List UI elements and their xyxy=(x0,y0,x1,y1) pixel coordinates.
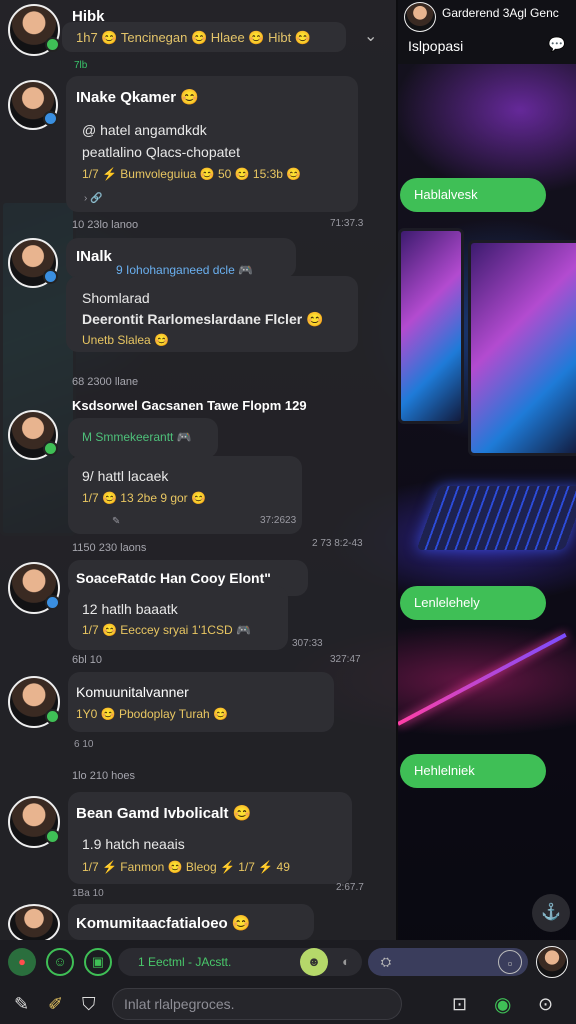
avatar[interactable] xyxy=(536,946,568,978)
message-stats: 1/7 ⚡ Fanmon 😊 Bleog ⚡ 1/7 ⚡ 49 xyxy=(82,860,290,874)
day-separator: 1150 230 laons xyxy=(72,542,147,554)
mic-icon[interactable]: ◐ xyxy=(332,948,360,976)
avatar[interactable] xyxy=(8,676,60,728)
message-stats: 1/7 😊 Eeccey sryai 1'1CSD 🎮 xyxy=(82,623,251,637)
send-icon[interactable]: ◉ xyxy=(494,992,511,1017)
record-icon[interactable]: ● xyxy=(8,948,36,976)
status-indicator xyxy=(43,269,58,284)
add-icon[interactable]: ⚓ xyxy=(532,894,570,932)
message-author: Komumitaacfatialoeo 😊 xyxy=(76,915,251,932)
message-text: 9/ hattl lacaek xyxy=(82,468,169,484)
day-separator: 68 2300 llane xyxy=(72,376,139,388)
message-text: @ hatel angamdkdk xyxy=(82,122,207,138)
shield-icon[interactable]: ⛉ xyxy=(82,994,96,1015)
message-bubble[interactable] xyxy=(68,672,334,732)
chat-title: Hibk xyxy=(72,8,105,25)
online-indicator xyxy=(43,441,58,456)
sticker-icon[interactable]: ☻ xyxy=(300,948,328,976)
message-time: 307:33 xyxy=(292,638,323,649)
play-icon[interactable]: ⊙ xyxy=(538,994,553,1015)
header-meta: 7lb xyxy=(74,60,88,71)
message-stats: 1/7 ⚡ Bumvoleguiua 😊 50 😊 15:3b 😊 xyxy=(82,167,302,181)
settings-icon[interactable]: ▫ xyxy=(498,950,522,974)
online-indicator xyxy=(45,829,60,844)
avatar[interactable] xyxy=(8,4,60,56)
avatar[interactable] xyxy=(8,238,58,288)
chevron-down-icon[interactable]: ⌄ xyxy=(364,26,377,46)
message-text: peatlalino Qlacs-chopatet xyxy=(82,144,240,160)
message-badge: 9 Iohohanganeed dcle 🎮 xyxy=(116,263,254,277)
chat-icon[interactable]: 💬 xyxy=(548,36,565,53)
message-text: Deerontit Rarlomeslardane Flcler 😊 xyxy=(82,311,324,327)
panel-divider xyxy=(396,0,398,940)
lock-icon[interactable]: ⊡ xyxy=(452,994,467,1015)
reply-pill[interactable]: Hablalvesk xyxy=(400,178,546,212)
monitor-right-image xyxy=(468,240,576,456)
right-header-title: Garderend 3Agl Genc xyxy=(442,6,559,20)
message-text: 12 hatlh baaatk xyxy=(82,601,178,617)
message-author: Komuunitalvanner xyxy=(76,684,189,700)
message-author: Bean Gamd Ivbolicalt 😊 xyxy=(76,805,252,822)
online-indicator xyxy=(45,709,60,724)
day-separator: 10 23lo lanoo xyxy=(72,219,139,231)
monitor-left-image xyxy=(398,228,464,424)
edit-icon[interactable]: ✐ xyxy=(48,994,63,1015)
message-stats: 1Y0 😊 Pbodoplay Turah 😊 xyxy=(76,707,228,721)
pencil-icon[interactable]: ✎ xyxy=(14,994,29,1015)
message-author: INake Qkamer 😊 xyxy=(76,89,199,106)
chat-header: Hibk 1h7 😊 Tencinegan 😊 Hlaee 😊 Hibt 😊 7… xyxy=(0,0,396,71)
avatar[interactable] xyxy=(8,904,60,944)
message-author: INalk xyxy=(76,248,112,265)
day-separator: 1lo 210 hoes xyxy=(72,770,135,782)
message-stats: 1/7 😊 13 2be 9 gor 😊 xyxy=(82,491,206,505)
message-author: Ksdsorwel Gacsanen Tawe Flopm 129 xyxy=(72,398,307,413)
message-time: 37:2623 xyxy=(260,515,297,526)
status-indicator xyxy=(43,111,58,126)
message-meta: › 🔗 xyxy=(84,193,103,204)
message-time: 2 73 8:2-43 xyxy=(312,538,363,549)
message-text: Shomlarad xyxy=(82,290,150,306)
online-indicator xyxy=(45,37,60,52)
message-input-placeholder: Inlat rlalpegroces. xyxy=(124,996,235,1012)
avatar[interactable] xyxy=(8,80,58,130)
message-bubble[interactable] xyxy=(68,586,288,650)
avatar[interactable] xyxy=(8,796,60,848)
message-text: 1.9 hatch neaais xyxy=(82,836,185,852)
message-author: SoaceRatdc Han Cooy Elont" xyxy=(76,570,271,586)
day-separator: 6bl 10 xyxy=(72,654,102,666)
message-time: 327:47 xyxy=(330,654,361,665)
header-status: 1h7 😊 Tencinegan 😊 Hlaee 😊 Hibt 😊 xyxy=(76,30,312,45)
avatar[interactable] xyxy=(8,562,60,614)
keyboard-image xyxy=(416,486,576,550)
quick-reply-text: 1 Eectml - JAcstt. xyxy=(138,955,232,969)
message-time: 2:67.7 xyxy=(336,882,364,893)
reply-pill[interactable]: Hehlelniek xyxy=(400,754,546,788)
avatar[interactable] xyxy=(8,410,58,460)
message-stats: Unetb Slalea 😊 xyxy=(82,333,169,347)
emoji-icon[interactable]: ☺ xyxy=(46,948,74,976)
message-meta: 1Ba 10 xyxy=(72,888,104,899)
media-icon[interactable]: ▣ xyxy=(84,948,112,976)
gamepad-icon[interactable]: ⛭ xyxy=(372,948,400,976)
reply-pill[interactable]: Lenlelehely xyxy=(400,586,546,620)
right-header-subtitle: Islpopasi xyxy=(408,38,464,54)
message-meta: 6 10 xyxy=(74,739,94,750)
status-indicator xyxy=(45,595,60,610)
message-meta: ✎ xyxy=(112,516,121,527)
message-time: 71:37.3 xyxy=(330,218,364,229)
message-badge: M Smmekeerantt 🎮 xyxy=(82,430,192,444)
avatar[interactable] xyxy=(404,2,436,32)
